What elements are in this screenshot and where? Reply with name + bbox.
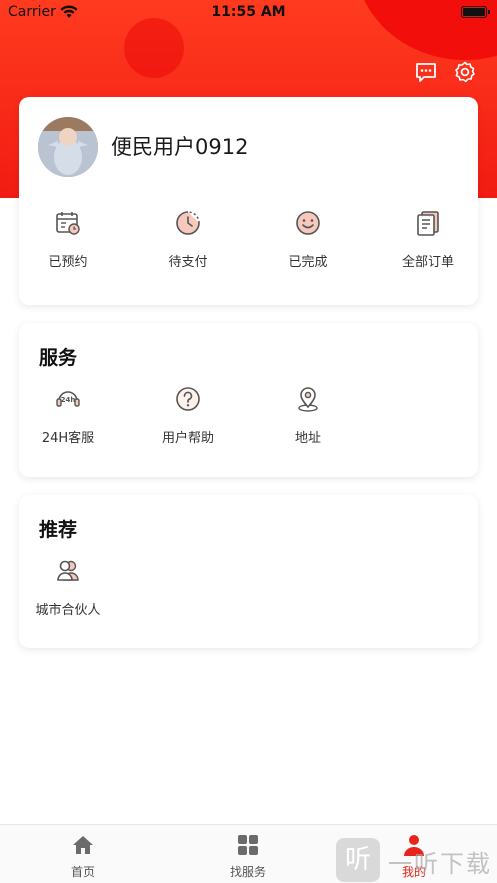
service-24h-support[interactable]: 24h 24H客服 xyxy=(23,385,113,446)
home-icon xyxy=(73,836,93,854)
recommend-card: 推荐 城市合伙人 xyxy=(19,495,478,648)
service-user-help-label: 用户帮助 xyxy=(161,431,214,446)
message-icon[interactable] xyxy=(414,60,438,84)
calendar-clock-icon xyxy=(56,212,80,235)
service-user-help[interactable]: 用户帮助 xyxy=(143,385,233,446)
partner-users-icon xyxy=(57,560,79,581)
decorative-circle xyxy=(124,18,184,78)
order-all-label: 全部订单 xyxy=(401,255,454,270)
avatar[interactable] xyxy=(38,117,98,177)
status-bar: Carrier 11:55 AM xyxy=(0,0,497,26)
services-card: 服务 24h 24H客服 用户帮助 地址 xyxy=(19,323,478,477)
service-address[interactable]: 地址 xyxy=(263,385,353,446)
tab-home-label: 首页 xyxy=(70,865,95,879)
order-booked-label: 已预约 xyxy=(48,255,88,270)
order-pending-payment[interactable]: 待支付 xyxy=(143,209,233,270)
tab-find-service-label: 找服务 xyxy=(229,865,266,879)
location-pin-icon xyxy=(298,387,318,412)
watermark: 听 一听下载 xyxy=(336,838,496,883)
order-status-row: 已预约 待支付 已完成 全部订单 xyxy=(19,209,478,279)
question-icon xyxy=(176,387,200,411)
smile-icon xyxy=(296,211,320,235)
service-address-label: 地址 xyxy=(294,431,321,446)
order-list-icon xyxy=(417,211,439,236)
services-title: 服务 xyxy=(39,347,78,369)
svg-text:24h: 24h xyxy=(61,396,76,404)
avatar-image xyxy=(38,117,98,177)
24h-service-icon: 24h xyxy=(56,391,80,407)
order-booked[interactable]: 已预约 xyxy=(23,209,113,270)
tab-home[interactable]: 首页 xyxy=(43,833,123,880)
order-completed[interactable]: 已完成 xyxy=(263,209,353,270)
settings-icon[interactable] xyxy=(453,60,477,84)
tab-find-service[interactable]: 找服务 xyxy=(208,833,288,880)
recommend-city-partner-label: 城市合伙人 xyxy=(35,603,101,618)
battery-icon xyxy=(461,6,490,18)
status-time: 11:55 AM xyxy=(211,4,286,20)
grid-icon xyxy=(238,835,258,855)
service-24h-support-label: 24H客服 xyxy=(41,431,95,446)
recommend-city-partner[interactable]: 城市合伙人 xyxy=(23,557,113,618)
order-pending-payment-label: 待支付 xyxy=(168,255,208,270)
clock-pending-icon xyxy=(176,211,200,235)
recommend-title: 推荐 xyxy=(39,519,78,541)
username: 便民用户0912 xyxy=(111,135,249,159)
order-completed-label: 已完成 xyxy=(288,255,328,270)
watermark-logo: 听 xyxy=(336,838,380,882)
order-all[interactable]: 全部订单 xyxy=(383,209,473,270)
profile-card: 便民用户0912 已预约 待支付 已完成 全部订单 xyxy=(19,97,478,305)
watermark-text: 一听下载 xyxy=(388,850,492,878)
